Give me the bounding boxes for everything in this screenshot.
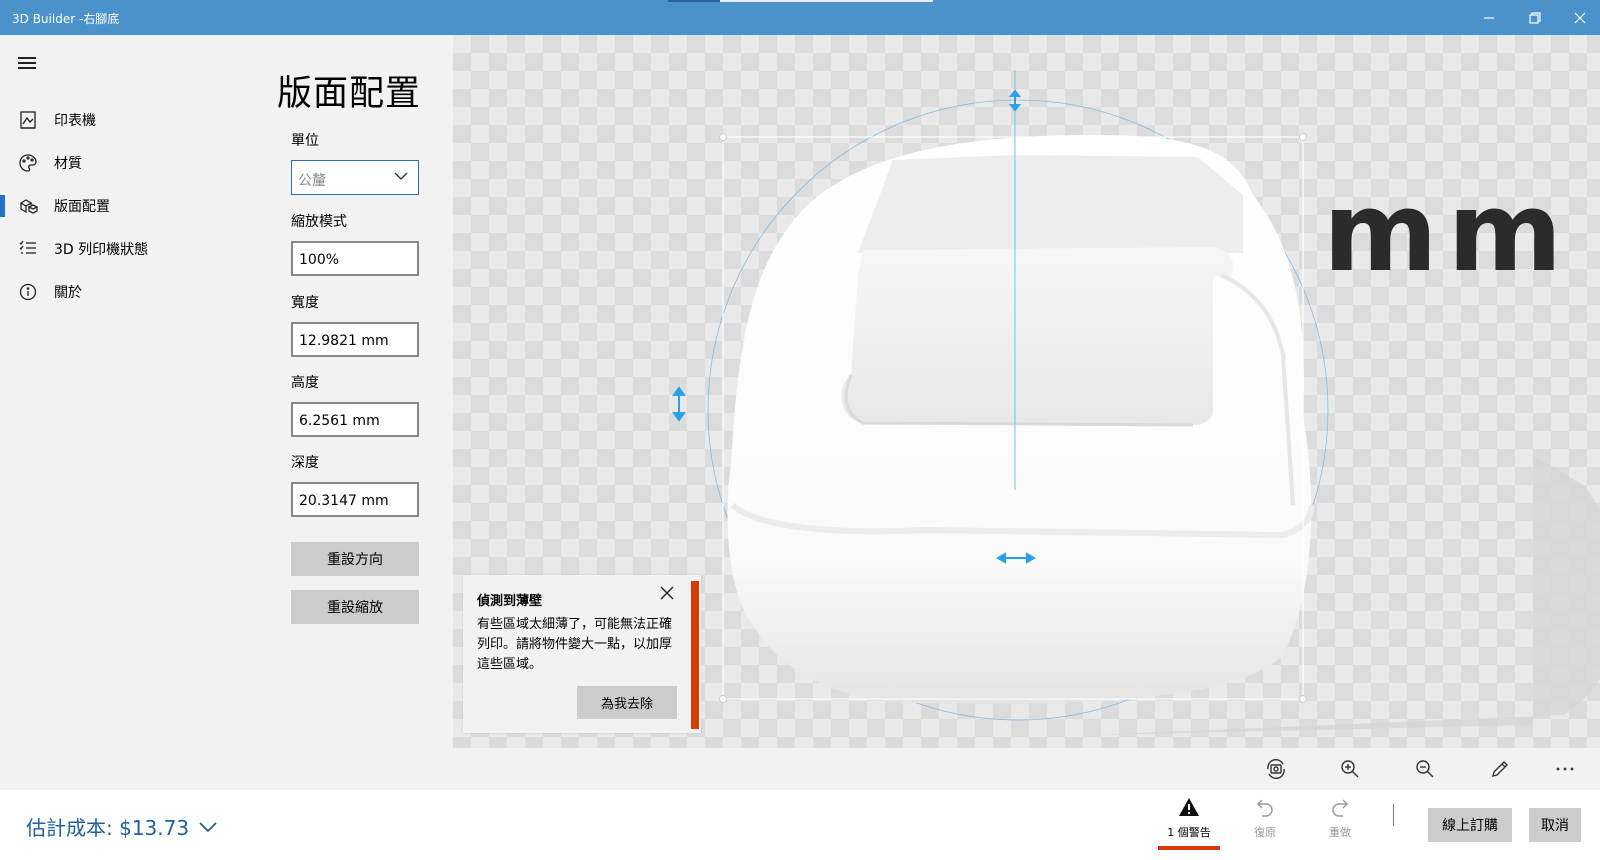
bottom-bar: 估計成本: $13.73 1 個警告 復原 重做 線上訂購 取消: [0, 790, 1600, 860]
layout-panel: 版面配置 單位 公釐 縮放模式 100% 寬度 12.9821 mm 高度 6.…: [255, 35, 453, 790]
bbox-corner-handle[interactable]: [719, 695, 727, 703]
model-top-face: [858, 155, 1243, 253]
unit-select[interactable]: 公釐: [291, 160, 419, 195]
chevron-down-icon: [394, 172, 408, 180]
redo-icon: [1332, 799, 1348, 817]
width-label: 寬度: [291, 295, 319, 311]
reset-view-button[interactable]: [1261, 754, 1291, 784]
warnings-button[interactable]: 1 個警告: [1158, 796, 1220, 850]
rotate-side-handle[interactable]: [672, 386, 686, 422]
depth-input[interactable]: 20.3147 mm: [291, 482, 419, 517]
thin-wall-warning-toast: 偵測到薄壁 有些區域太細薄了，可能無法正確列印。請將物件變大一點，以加厚這些區域…: [463, 575, 701, 733]
zoom-out-icon: [1416, 760, 1434, 778]
move-vertical-handle[interactable]: [1008, 89, 1022, 112]
title-tab-indicator-light: [720, 0, 933, 2]
sidebar: 印表機 材質 版面配置 3D 列印機狀態 關於: [0, 35, 255, 790]
edit-button[interactable]: [1485, 754, 1515, 784]
unit-watermark: mm: [1323, 168, 1572, 296]
zoom-out-button[interactable]: [1410, 754, 1440, 784]
chevron-down-icon: [199, 821, 217, 832]
warning-icon: [1179, 798, 1199, 816]
sidebar-item-material[interactable]: 材質: [0, 142, 255, 184]
reset-scale-button[interactable]: 重設縮放: [291, 590, 419, 624]
title-bar: 3D Builder -右腳底: [0, 0, 1600, 35]
warning-accent-bar: [691, 581, 699, 729]
model-slot: [841, 247, 1233, 425]
close-icon: [660, 586, 674, 600]
window-title: 3D Builder -右腳底: [12, 12, 120, 26]
toast-title: 偵測到薄壁: [477, 594, 543, 609]
zoom-in-icon: [1341, 760, 1359, 778]
depth-label: 深度: [291, 455, 319, 471]
sidebar-item-label: 3D 列印機狀態: [54, 242, 149, 258]
warnings-label: 1 個警告: [1167, 826, 1211, 839]
minimize-icon: [1484, 16, 1494, 19]
width-input[interactable]: 12.9821 mm: [291, 322, 419, 357]
redo-button[interactable]: 重做: [1310, 796, 1370, 850]
reset-view-icon: [1267, 758, 1285, 780]
fix-for-me-button[interactable]: 為我去除: [577, 686, 677, 719]
sidebar-item-layout[interactable]: 版面配置: [0, 185, 255, 227]
undo-button[interactable]: 復原: [1235, 796, 1295, 850]
bbox-corner-handle[interactable]: [719, 133, 727, 141]
palette-icon: [19, 154, 37, 172]
estimated-cost-text: 估計成本: $13.73: [26, 816, 190, 840]
scale-mode-label: 縮放模式: [291, 214, 347, 230]
estimated-cost-dropdown[interactable]: 估計成本: $13.73: [26, 812, 217, 841]
order-online-button[interactable]: 線上訂購: [1428, 808, 1512, 842]
scale-input[interactable]: 100%: [291, 241, 419, 276]
unit-label: 單位: [291, 133, 319, 149]
close-icon: [1574, 12, 1586, 23]
pencil-icon: [1492, 761, 1508, 777]
sidebar-item-printer[interactable]: 印表機: [0, 99, 255, 141]
layout-icon: [19, 199, 38, 214]
undo-icon: [1257, 799, 1273, 817]
sidebar-item-label: 關於: [54, 285, 82, 301]
toolbar-divider: [1393, 804, 1394, 826]
unit-select-value: 公釐: [298, 173, 326, 189]
status-list-icon: [19, 240, 36, 254]
restore-button[interactable]: [1512, 0, 1558, 35]
info-icon: [19, 283, 37, 301]
cancel-button[interactable]: 取消: [1529, 808, 1581, 842]
more-icon: [1556, 767, 1574, 771]
viewport-toolbar: [453, 748, 1600, 790]
hamburger-menu-button[interactable]: [18, 57, 36, 71]
close-window-button[interactable]: [1557, 0, 1600, 35]
height-input[interactable]: 6.2561 mm: [291, 402, 419, 437]
more-options-button[interactable]: [1550, 754, 1580, 784]
sidebar-item-label: 印表機: [54, 113, 96, 129]
restore-icon: [1529, 11, 1541, 24]
sidebar-item-label: 材質: [54, 156, 82, 172]
zoom-in-button[interactable]: [1335, 754, 1365, 784]
toast-close-button[interactable]: [657, 583, 677, 603]
printer-icon: [20, 111, 36, 129]
bbox-corner-handle[interactable]: [1299, 133, 1307, 141]
redo-label: 重做: [1329, 826, 1351, 839]
height-label: 高度: [291, 375, 319, 391]
bbox-corner-handle[interactable]: [1299, 695, 1307, 703]
page-title: 版面配置: [277, 74, 422, 114]
sidebar-item-label: 版面配置: [54, 199, 110, 215]
sidebar-item-about[interactable]: 關於: [0, 271, 255, 313]
reset-orientation-button[interactable]: 重設方向: [291, 542, 419, 576]
sidebar-item-printer-status[interactable]: 3D 列印機狀態: [0, 228, 255, 270]
title-tab-indicator: [668, 0, 720, 2]
toast-message: 有些區域太細薄了，可能無法正確列印。請將物件變大一點，以加厚這些區域。: [477, 617, 673, 672]
undo-label: 復原: [1254, 826, 1276, 839]
minimize-button[interactable]: [1466, 0, 1512, 35]
